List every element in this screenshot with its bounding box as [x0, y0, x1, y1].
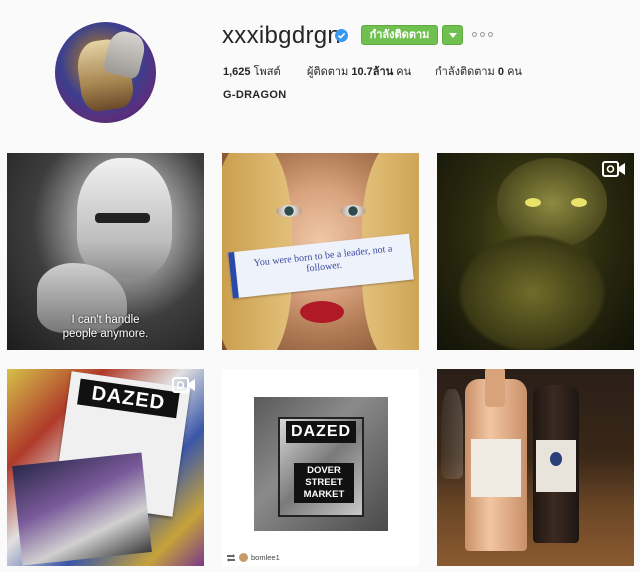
post-cat-eye [571, 198, 587, 207]
post-figure-lips [300, 301, 344, 323]
more-dot-icon [480, 32, 485, 37]
more-dot-icon [488, 32, 493, 37]
following-label: กำลังติดตาม [435, 66, 495, 78]
post-photo: DAZED DOVER STREET MARKET [254, 397, 388, 531]
following-button[interactable]: กำลังติดตาม [361, 25, 438, 45]
followers-label: ผู้ติดตาม [307, 66, 349, 78]
followers-count[interactable]: ผู้ติดตาม 10.7ล้าน คน [307, 62, 411, 80]
profile-full-name: G-DRAGON [223, 89, 287, 101]
bottle-label-emblem [550, 452, 562, 466]
repost-username: bomlee1 [251, 553, 280, 562]
post-figure-eye [276, 205, 302, 217]
more-options-button[interactable] [472, 32, 493, 37]
more-dot-icon [472, 32, 477, 37]
posts-count-label: โพสต์ [253, 66, 281, 78]
store-sign-line: MARKET [303, 489, 345, 500]
red-wine-bottle [533, 385, 579, 543]
posts-count-value: 1,625 [223, 66, 251, 78]
post-tile[interactable]: DAZED DOVER STREET MARKET bomlee1 [222, 369, 419, 566]
following-count[interactable]: กำลังติดตาม 0 คน [435, 62, 522, 80]
repost-credit: bomlee1 [226, 553, 280, 562]
collage-pieces [12, 452, 152, 566]
post-tile[interactable] [437, 369, 634, 566]
post-tile[interactable]: I can't handle people anymore. [7, 153, 204, 350]
avatar-figure [102, 28, 148, 80]
post-tile[interactable]: You were born to be a leader, not a foll… [222, 153, 419, 350]
post-figure-detail [95, 213, 150, 223]
post-tile[interactable]: DAZED [7, 369, 204, 566]
following-value: 0 [497, 66, 504, 78]
magazine-title: DAZED [286, 421, 356, 443]
dover-street-market-box: DAZED DOVER STREET MARKET [278, 417, 364, 517]
video-icon [172, 377, 195, 393]
post-tile[interactable] [437, 153, 634, 350]
posts-count: 1,625 โพสต์ [223, 62, 281, 80]
video-icon [602, 161, 625, 177]
magazine-title: DAZED [77, 378, 180, 419]
follow-options-dropdown-button[interactable] [442, 25, 463, 45]
store-sign-line: DOVER [307, 465, 341, 476]
store-sign-line: STREET [305, 477, 343, 488]
bottle-label [471, 439, 521, 497]
wine-glass [441, 389, 463, 479]
bottle-neck [485, 369, 505, 407]
store-sign: DOVER STREET MARKET [294, 463, 354, 503]
followers-value: 10.7ล้าน [351, 66, 394, 78]
verified-badge-icon [335, 29, 348, 42]
post-cat-body [457, 233, 607, 350]
following-unit: คน [507, 66, 522, 78]
rose-wine-bottle [465, 369, 527, 551]
bottle-label [536, 440, 576, 492]
post-caption-line: I can't handle [71, 314, 140, 326]
repost-avatar [239, 553, 248, 562]
profile-header: xxxibgdrgn กำลังติดตาม 1,625 โพสต์ ผู้ติ… [0, 0, 640, 148]
repost-icon [227, 553, 235, 562]
chevron-down-icon [449, 33, 457, 38]
profile-username: xxxibgdrgn [222, 22, 342, 49]
post-cat-eye [525, 198, 541, 207]
avatar[interactable] [55, 22, 156, 123]
followers-unit: คน [396, 66, 412, 78]
post-figure-eye [340, 205, 366, 217]
post-caption-line: people anymore. [62, 328, 149, 340]
